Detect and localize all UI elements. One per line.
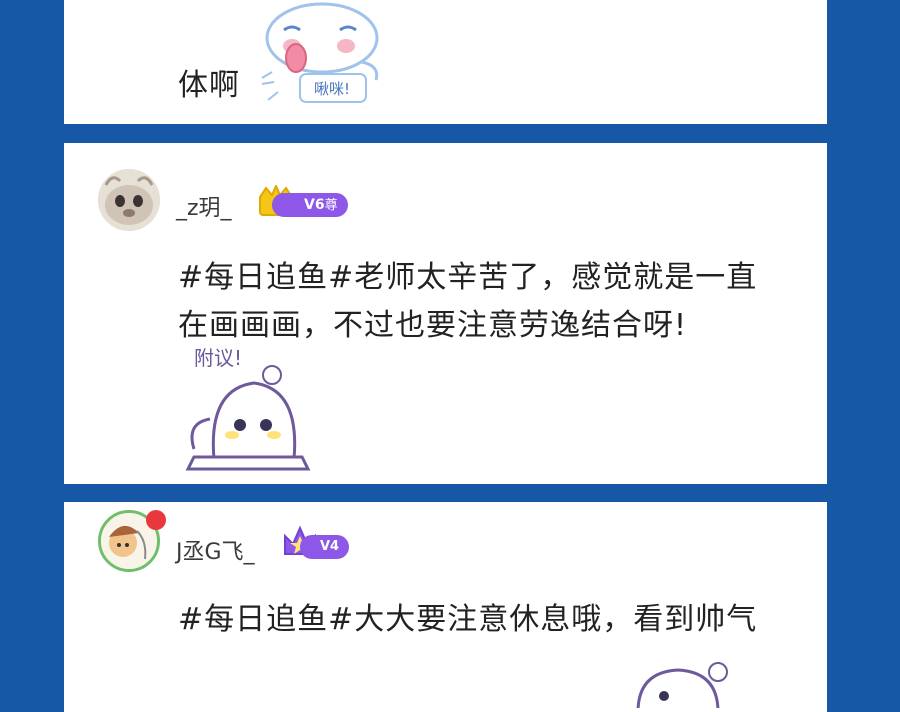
ghost-sticker bbox=[636, 662, 728, 708]
vip-level: V6 bbox=[304, 197, 325, 213]
sticker-label: 啾咪! bbox=[314, 80, 350, 98]
vip-badge: V4 bbox=[300, 535, 350, 559]
notification-dot-icon bbox=[146, 510, 166, 530]
comment-card: J丞G飞_ V4 #每日追鱼#大大要注意休息哦，看到帅气 bbox=[64, 502, 827, 712]
username[interactable]: _z玥_ bbox=[176, 190, 232, 222]
comment-card: 体啊 啾咪! bbox=[64, 0, 827, 124]
vip-level: V4 bbox=[320, 539, 340, 554]
cat-avatar-icon bbox=[98, 169, 160, 231]
username[interactable]: J丞G飞_ bbox=[176, 534, 255, 566]
sticker-label: 附议! bbox=[194, 346, 242, 370]
comment-text-line: #每日追鱼#老师太辛苦了，感觉就是一直 bbox=[178, 260, 758, 295]
comment-text: 体啊 bbox=[178, 68, 240, 103]
comment-text-line: #每日追鱼#大大要注意休息哦，看到帅气 bbox=[178, 602, 758, 637]
comment-card: _z玥_ V6尊 #每日追鱼#老师太辛苦了，感觉就是一直 在画画画，不过也要注意… bbox=[64, 143, 827, 484]
vip-suffix: 尊 bbox=[324, 198, 338, 213]
avatar[interactable] bbox=[98, 169, 160, 231]
cat-sticker: 啾咪! bbox=[261, 2, 379, 103]
ghost-sticker: 附议! bbox=[185, 346, 311, 471]
vip-badge: V6尊 bbox=[272, 193, 348, 217]
